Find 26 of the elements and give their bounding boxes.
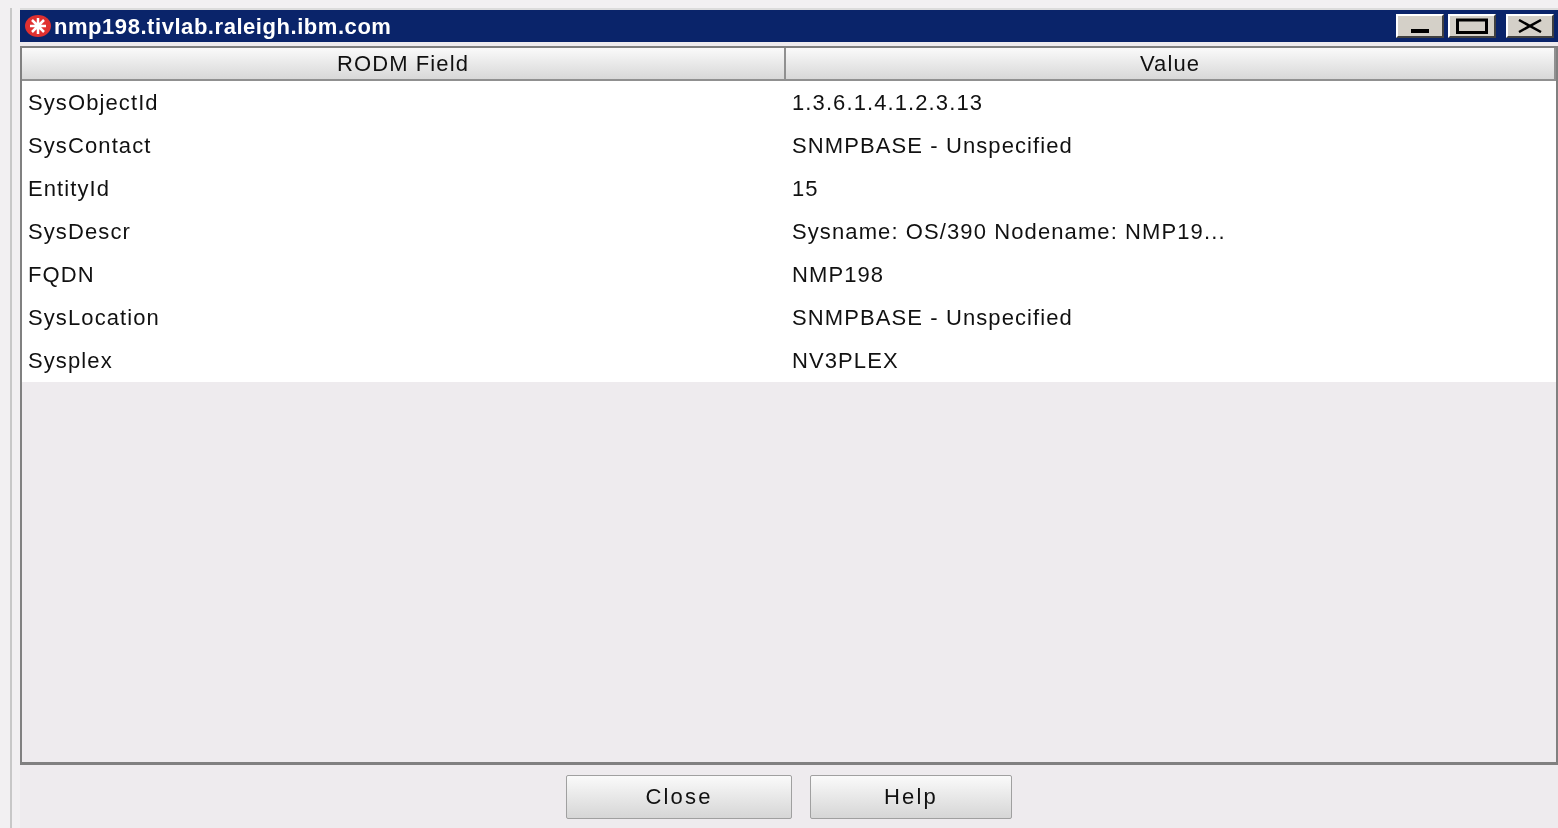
table-cell-text: SNMPBASE - Unspecified <box>791 132 1074 160</box>
minimize-icon <box>1411 29 1429 33</box>
table-cell-text: SNMPBASE - Unspecified <box>791 304 1074 332</box>
table-cell-text: Sysname: OS/390 Nodename: NMP19... <box>791 218 1227 246</box>
table-cell-text: Sysplex <box>27 347 114 375</box>
starburst-icon <box>24 14 52 38</box>
table-cell-text: NV3PLEX <box>791 347 900 375</box>
close-icon <box>1516 19 1544 33</box>
table-cell-text: NMP198 <box>791 261 886 289</box>
table-cell-text: FQDN <box>27 261 96 289</box>
table-cell-text: SysObjectId <box>27 89 160 117</box>
maximize-button[interactable] <box>1448 14 1496 38</box>
table-cell-text: SysContact <box>27 132 153 160</box>
table-cell-text: SysDescr <box>27 218 132 246</box>
close-window-button[interactable] <box>1506 14 1554 38</box>
column-header[interactable]: RODM Field <box>22 48 786 81</box>
minimize-button[interactable] <box>1396 14 1444 38</box>
table-cell-text: EntityId <box>27 175 112 203</box>
table-cell-text: 15 <box>791 175 820 203</box>
maximize-icon <box>1456 18 1488 34</box>
dialog-button[interactable]: Close <box>566 774 792 819</box>
window-title: nmp198.tivlab.raleigh.ibm.com <box>54 12 392 41</box>
table-cell-text: SysLocation <box>27 304 161 332</box>
column-header[interactable]: Value <box>786 48 1556 81</box>
table-cell-text: 1.3.6.1.4.1.2.3.13 <box>791 89 985 117</box>
dialog-button[interactable]: Help <box>810 774 1012 819</box>
